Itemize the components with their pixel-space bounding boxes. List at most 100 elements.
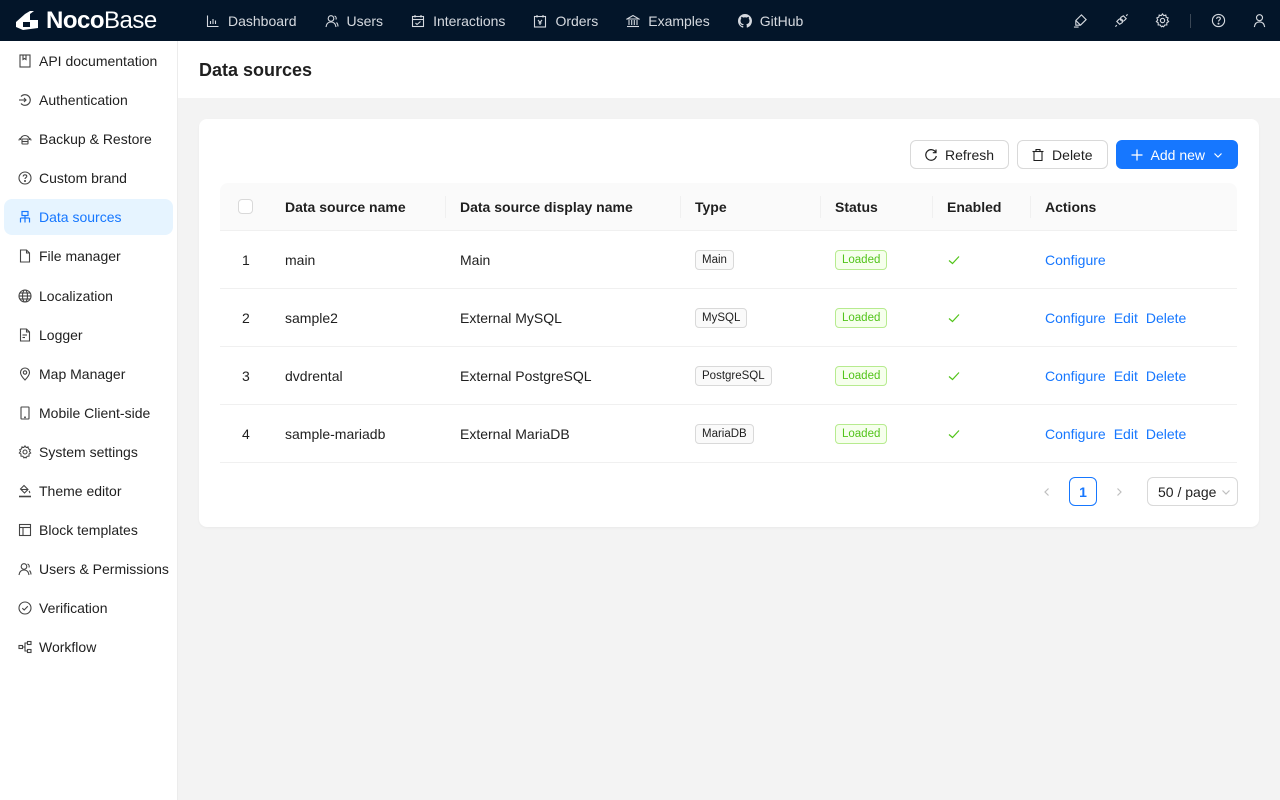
add-new-button[interactable]: Add new bbox=[1115, 140, 1238, 169]
bg-colors-icon bbox=[18, 484, 32, 498]
configure-link[interactable]: Configure bbox=[1045, 368, 1106, 384]
nocobase-logo[interactable]: Noco Base bbox=[14, 0, 184, 41]
edit-link[interactable]: Edit bbox=[1114, 310, 1138, 326]
column-header[interactable]: Status bbox=[821, 183, 933, 230]
edit-link[interactable]: Edit bbox=[1114, 426, 1138, 442]
sidebar-item-label: Localization bbox=[39, 287, 113, 304]
header-select-cell bbox=[220, 183, 271, 230]
delete-link[interactable]: Delete bbox=[1146, 310, 1186, 326]
configure-link[interactable]: Configure bbox=[1045, 310, 1106, 326]
column-header[interactable]: Type bbox=[681, 183, 821, 230]
row-index[interactable]: 1 bbox=[220, 231, 271, 288]
file-text-icon bbox=[18, 328, 32, 342]
sidebar-item-label: Theme editor bbox=[39, 483, 122, 500]
status-badge: Loaded bbox=[835, 249, 888, 270]
sidebar-item-map-manager[interactable]: Map Manager bbox=[4, 356, 173, 392]
sidebar-item-localization[interactable]: Localization bbox=[4, 278, 173, 314]
enabled-check-icon bbox=[947, 311, 961, 325]
help-icon bbox=[1211, 13, 1226, 28]
sidebar-item-system-settings[interactable]: System settings bbox=[4, 434, 173, 470]
nav-divider bbox=[1190, 13, 1191, 28]
next-page-button[interactable] bbox=[1105, 477, 1133, 506]
sidebar-item-verification[interactable]: Verification bbox=[4, 590, 173, 626]
settings-button[interactable] bbox=[1142, 0, 1183, 41]
delete-link[interactable]: Delete bbox=[1146, 426, 1186, 442]
sidebar-item-api-documentation[interactable]: API documentation bbox=[4, 43, 173, 79]
calendar-icon bbox=[411, 14, 425, 28]
sidebar-item-label: File manager bbox=[39, 248, 121, 265]
table-toolbar: Refresh Delete Add new bbox=[910, 140, 1238, 169]
column-header[interactable]: Data source display name bbox=[446, 183, 681, 230]
sidebar-item-label: Backup & Restore bbox=[39, 131, 152, 148]
edit-link[interactable]: Edit bbox=[1114, 368, 1138, 384]
sidebar-item-file-manager[interactable]: File manager bbox=[4, 238, 173, 274]
sidebar-item-label: Block templates bbox=[39, 522, 138, 539]
book-icon bbox=[18, 54, 32, 68]
sidebar-item-label: Custom brand bbox=[39, 170, 127, 187]
column-header[interactable]: Data source name bbox=[271, 183, 446, 230]
status-badge: Loaded bbox=[835, 423, 888, 444]
sidebar-item-label: Workflow bbox=[39, 639, 97, 656]
data-sources-table: Data source name Data source display nam… bbox=[220, 183, 1237, 463]
nav-item-examples[interactable]: Examples bbox=[612, 0, 723, 41]
sidebar-item-logger[interactable]: Logger bbox=[4, 317, 173, 353]
nav-item-label: Orders bbox=[555, 12, 599, 29]
enabled-check-icon bbox=[947, 253, 961, 267]
data-source-display-name: External MySQL bbox=[460, 309, 562, 326]
column-header[interactable]: Enabled bbox=[933, 183, 1031, 230]
sidebar-item-authentication[interactable]: Authentication bbox=[4, 82, 173, 118]
table-row: 3 dvdrental External PostgreSQL PostgreS… bbox=[220, 347, 1237, 405]
row-index[interactable]: 2 bbox=[220, 289, 271, 346]
sidebar-item-label: Data sources bbox=[39, 209, 122, 226]
refresh-button[interactable]: Refresh bbox=[910, 140, 1010, 169]
plugin-manager-button[interactable] bbox=[1101, 0, 1142, 41]
sidebar-item-users-permissions[interactable]: Users & Permissions bbox=[4, 551, 173, 587]
row-actions: Configure Edit Delete bbox=[1031, 289, 1237, 346]
chevron-right-icon bbox=[1117, 487, 1122, 496]
theme-highlighter-button[interactable] bbox=[1060, 0, 1101, 41]
row-index[interactable]: 3 bbox=[220, 347, 271, 404]
sidebar-item-label: Authentication bbox=[39, 92, 128, 109]
order-icon bbox=[533, 14, 547, 28]
chevron-left-icon bbox=[1044, 487, 1049, 496]
delete-link[interactable]: Delete bbox=[1146, 368, 1186, 384]
question-circle-icon bbox=[18, 171, 32, 185]
data-sources-card: Refresh Delete Add new Data source name … bbox=[199, 119, 1259, 527]
mobile-icon bbox=[18, 406, 32, 420]
type-tag: PostgreSQL bbox=[695, 365, 772, 386]
page-header: Data sources bbox=[178, 41, 1280, 98]
nav-item-dashboard[interactable]: Dashboard bbox=[192, 0, 311, 41]
sidebar-item-custom-brand[interactable]: Custom brand bbox=[4, 160, 173, 196]
select-all-checkbox[interactable] bbox=[238, 199, 253, 214]
row-index[interactable]: 4 bbox=[220, 405, 271, 462]
nav-item-label: GitHub bbox=[759, 12, 804, 29]
user-menu-button[interactable] bbox=[1239, 0, 1280, 41]
data-source-display-name: Main bbox=[460, 251, 491, 268]
configure-link[interactable]: Configure bbox=[1045, 426, 1106, 442]
page-size-select[interactable]: 50 / page bbox=[1147, 477, 1238, 506]
sidebar-item-backup-restore[interactable]: Backup & Restore bbox=[4, 121, 173, 157]
sidebar-item-workflow[interactable]: Workflow bbox=[4, 629, 173, 665]
configure-link[interactable]: Configure bbox=[1045, 252, 1106, 268]
help-button[interactable] bbox=[1198, 0, 1239, 41]
sidebar-item-data-sources[interactable]: Data sources bbox=[4, 199, 173, 236]
pagination: 1 50 / page bbox=[1033, 477, 1238, 506]
reload-icon bbox=[924, 148, 938, 162]
sidebar-item-theme-editor[interactable]: Theme editor bbox=[4, 473, 173, 509]
nav-item-users[interactable]: Users bbox=[311, 0, 398, 41]
nav-item-orders[interactable]: Orders bbox=[519, 0, 612, 41]
chevron-down-icon bbox=[1213, 150, 1223, 160]
highlighter-icon bbox=[1073, 13, 1088, 28]
prev-page-button[interactable] bbox=[1033, 477, 1061, 506]
delete-button[interactable]: Delete bbox=[1017, 140, 1108, 169]
sidebar-item-mobile-client-side[interactable]: Mobile Client-side bbox=[4, 395, 173, 431]
plus-icon bbox=[1130, 148, 1144, 162]
page-number-current[interactable]: 1 bbox=[1069, 477, 1097, 506]
nav-item-interactions[interactable]: Interactions bbox=[397, 0, 519, 41]
nav-item-github[interactable]: GitHub bbox=[724, 0, 818, 41]
nav-item-label: Users bbox=[346, 12, 384, 29]
sidebar-item-block-templates[interactable]: Block templates bbox=[4, 512, 173, 548]
global-icon bbox=[18, 289, 32, 303]
data-source-display-name: External MariaDB bbox=[460, 425, 570, 442]
file-icon bbox=[18, 249, 32, 264]
